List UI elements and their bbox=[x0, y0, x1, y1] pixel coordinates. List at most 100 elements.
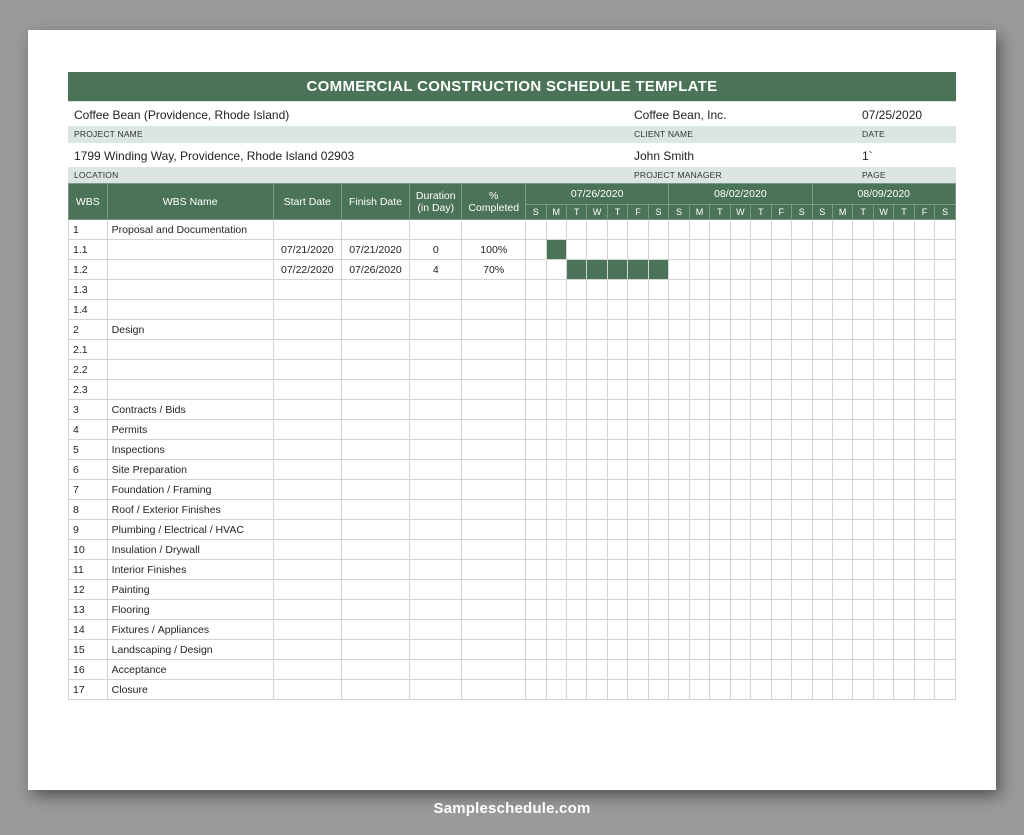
gantt-cell bbox=[628, 620, 648, 640]
location-label: LOCATION bbox=[68, 167, 628, 183]
cell-duration bbox=[410, 620, 462, 640]
gantt-cell bbox=[812, 380, 832, 400]
gantt-cell bbox=[566, 480, 586, 500]
info-grid: Coffee Bean (Providence, Rhode Island) C… bbox=[68, 101, 956, 183]
gantt-cell bbox=[628, 340, 648, 360]
gantt-cell bbox=[710, 460, 730, 480]
gantt-cell bbox=[669, 460, 689, 480]
gantt-cell bbox=[792, 500, 813, 520]
gantt-cell bbox=[648, 240, 669, 260]
th-week-1: 08/02/2020 bbox=[669, 184, 812, 205]
gantt-cell bbox=[935, 680, 956, 700]
th-dow: F bbox=[914, 205, 934, 220]
gantt-cell bbox=[566, 560, 586, 580]
gantt-cell bbox=[669, 480, 689, 500]
gantt-cell bbox=[669, 680, 689, 700]
gantt-cell bbox=[812, 320, 832, 340]
gantt-cell bbox=[873, 260, 893, 280]
gantt-cell bbox=[914, 660, 934, 680]
gantt-cell bbox=[894, 380, 914, 400]
gantt-cell bbox=[628, 560, 648, 580]
gantt-cell bbox=[873, 560, 893, 580]
gantt-cell bbox=[648, 640, 669, 660]
gantt-cell bbox=[566, 680, 586, 700]
gantt-cell bbox=[607, 480, 627, 500]
gantt-cell bbox=[873, 460, 893, 480]
gantt-cell bbox=[873, 580, 893, 600]
gantt-cell bbox=[648, 500, 669, 520]
gantt-cell bbox=[628, 660, 648, 680]
cell-name: Plumbing / Electrical / HVAC bbox=[107, 520, 273, 540]
gantt-cell bbox=[710, 360, 730, 380]
gantt-cell bbox=[771, 360, 791, 380]
table-row: 9Plumbing / Electrical / HVAC bbox=[69, 520, 956, 540]
cell-name: Landscaping / Design bbox=[107, 640, 273, 660]
gantt-cell bbox=[546, 380, 566, 400]
gantt-cell bbox=[669, 280, 689, 300]
gantt-cell bbox=[894, 360, 914, 380]
gantt-cell bbox=[751, 560, 771, 580]
cell-duration bbox=[410, 220, 462, 240]
gantt-cell bbox=[894, 480, 914, 500]
gantt-cell bbox=[832, 420, 852, 440]
cell-wbs: 7 bbox=[69, 480, 108, 500]
gantt-cell bbox=[669, 640, 689, 660]
gantt-cell bbox=[792, 580, 813, 600]
gantt-cell bbox=[894, 320, 914, 340]
gantt-cell bbox=[648, 260, 669, 280]
cell-name: Painting bbox=[107, 580, 273, 600]
gantt-cell bbox=[792, 300, 813, 320]
gantt-cell bbox=[546, 640, 566, 660]
gantt-cell bbox=[730, 500, 750, 520]
gantt-cell bbox=[648, 280, 669, 300]
gantt-cell bbox=[546, 280, 566, 300]
schedule-table: WBS WBS Name Start Date Finish Date Dura… bbox=[68, 183, 956, 700]
gantt-cell bbox=[914, 640, 934, 660]
cell-finish bbox=[341, 300, 409, 320]
gantt-cell bbox=[935, 640, 956, 660]
gantt-cell bbox=[914, 400, 934, 420]
gantt-cell bbox=[853, 580, 873, 600]
cell-start bbox=[273, 220, 341, 240]
gantt-cell bbox=[648, 560, 669, 580]
gantt-cell bbox=[853, 540, 873, 560]
gantt-cell bbox=[894, 340, 914, 360]
cell-start bbox=[273, 500, 341, 520]
gantt-cell bbox=[935, 400, 956, 420]
gantt-cell bbox=[792, 600, 813, 620]
cell-finish bbox=[341, 280, 409, 300]
gantt-cell bbox=[751, 520, 771, 540]
gantt-cell bbox=[669, 540, 689, 560]
gantt-cell bbox=[771, 300, 791, 320]
gantt-cell bbox=[587, 340, 607, 360]
gantt-cell bbox=[914, 520, 934, 540]
document-page: COMMERCIAL CONSTRUCTION SCHEDULE TEMPLAT… bbox=[28, 30, 996, 790]
gantt-cell bbox=[628, 400, 648, 420]
gantt-cell bbox=[689, 580, 709, 600]
gantt-cell bbox=[792, 360, 813, 380]
gantt-cell bbox=[771, 220, 791, 240]
cell-wbs: 12 bbox=[69, 580, 108, 600]
cell-finish bbox=[341, 640, 409, 660]
gantt-cell bbox=[730, 220, 750, 240]
gantt-cell bbox=[669, 220, 689, 240]
gantt-cell bbox=[669, 500, 689, 520]
gantt-cell bbox=[914, 380, 934, 400]
gantt-cell bbox=[935, 480, 956, 500]
cell-pct bbox=[462, 660, 526, 680]
gantt-cell bbox=[587, 400, 607, 420]
cell-wbs: 14 bbox=[69, 620, 108, 640]
gantt-cell bbox=[832, 320, 852, 340]
gantt-cell bbox=[935, 620, 956, 640]
gantt-cell bbox=[628, 240, 648, 260]
gantt-cell bbox=[526, 680, 546, 700]
gantt-cell bbox=[710, 620, 730, 640]
gantt-cell bbox=[894, 220, 914, 240]
gantt-cell bbox=[730, 620, 750, 640]
gantt-cell bbox=[648, 600, 669, 620]
gantt-cell bbox=[587, 320, 607, 340]
gantt-cell bbox=[832, 340, 852, 360]
gantt-cell bbox=[710, 580, 730, 600]
gantt-cell bbox=[914, 560, 934, 580]
gantt-cell bbox=[792, 380, 813, 400]
